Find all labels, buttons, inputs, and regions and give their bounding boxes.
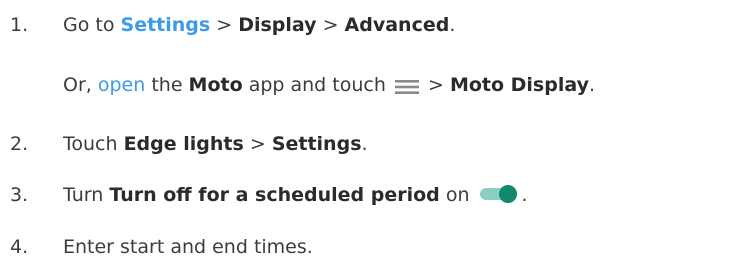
step-text: Or, open the Moto app and touch > Moto D… bbox=[63, 72, 595, 98]
toggle-on-icon bbox=[478, 184, 522, 204]
period: . bbox=[361, 133, 368, 155]
step-text: Touch Edge lights > Settings. bbox=[63, 131, 368, 157]
alt-mid: the bbox=[145, 74, 189, 96]
separator: > bbox=[243, 133, 272, 155]
open-link[interactable]: open bbox=[98, 74, 145, 96]
menu-item-advanced: Advanced bbox=[344, 14, 450, 36]
step-prefix: Go to bbox=[63, 14, 121, 36]
menu-item-settings: Settings bbox=[271, 133, 362, 155]
step-text: Go to Settings > Display > Advanced. bbox=[63, 12, 455, 38]
period: . bbox=[521, 184, 528, 206]
period: . bbox=[449, 14, 456, 36]
settings-link[interactable]: Settings bbox=[121, 14, 211, 36]
menu-item-moto-display: Moto Display bbox=[449, 74, 589, 96]
moto-app-name: Moto bbox=[188, 74, 243, 96]
step-number: 3. bbox=[10, 184, 29, 206]
separator: > bbox=[316, 14, 345, 36]
step-prefix: Touch bbox=[63, 133, 124, 155]
step-number: 4. bbox=[10, 236, 29, 258]
step-number: 1. bbox=[10, 14, 29, 36]
menu-icon bbox=[394, 76, 420, 94]
step-number: 2. bbox=[10, 133, 29, 155]
alt-mid2: app and touch bbox=[242, 74, 392, 96]
separator: > bbox=[210, 14, 239, 36]
step-text: Enter start and end times. bbox=[63, 236, 313, 258]
setting-name: Turn off for a scheduled period bbox=[109, 184, 440, 206]
alt-prefix: Or, bbox=[63, 74, 98, 96]
step-mid: on bbox=[439, 184, 476, 206]
step-text: Turn Turn off for a scheduled period on … bbox=[63, 182, 528, 208]
separator: > bbox=[421, 74, 450, 96]
step-prefix: Turn bbox=[63, 184, 110, 206]
period: . bbox=[588, 74, 596, 96]
menu-item-display: Display bbox=[238, 14, 317, 36]
menu-item-edge-lights: Edge lights bbox=[123, 133, 244, 155]
